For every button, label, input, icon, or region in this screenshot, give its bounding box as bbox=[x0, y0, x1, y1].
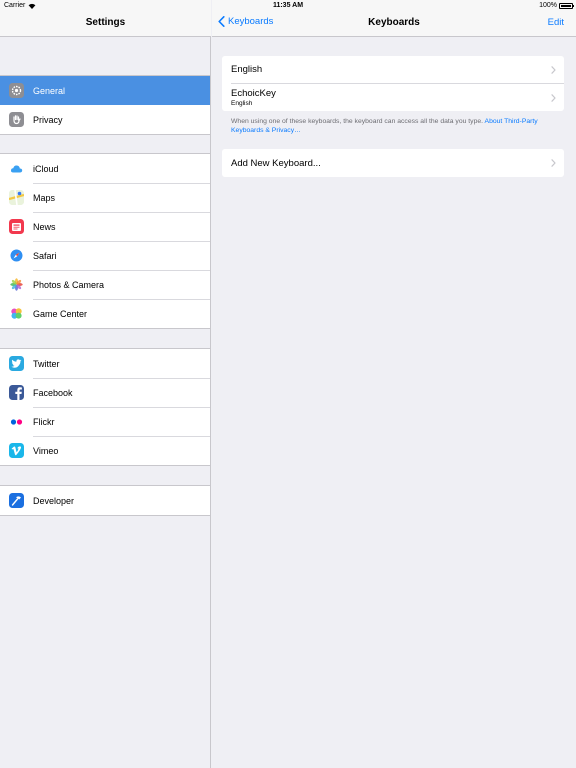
keyboards-list: English EchoicKey English bbox=[222, 56, 564, 111]
hammer-icon bbox=[9, 493, 24, 508]
sidebar-item-label: Photos & Camera bbox=[33, 279, 105, 290]
sidebar-item-label: Safari bbox=[33, 250, 57, 261]
facebook-icon bbox=[9, 385, 24, 400]
sidebar-item-facebook[interactable]: Facebook bbox=[0, 378, 210, 407]
sidebar-item-flickr[interactable]: Flickr bbox=[0, 407, 210, 436]
twitter-icon bbox=[9, 356, 24, 371]
master-title: Settings bbox=[85, 17, 126, 28]
sidebar-item-developer[interactable]: Developer bbox=[0, 486, 210, 515]
gear-icon bbox=[9, 83, 24, 98]
game-center-icon bbox=[9, 306, 24, 321]
chevron-right-icon bbox=[551, 65, 556, 74]
battery-indicator: 100% bbox=[539, 0, 574, 11]
add-keyboard-group: Add New Keyboard... bbox=[222, 149, 564, 177]
sidebar-item-label: Game Center bbox=[33, 308, 88, 319]
sidebar-item-label: Vimeo bbox=[33, 445, 59, 456]
sidebar-item-photos-camera[interactable]: Photos & Camera bbox=[0, 270, 210, 299]
chevron-right-icon bbox=[551, 159, 556, 167]
battery-percent: 100% bbox=[539, 2, 557, 9]
sidebar-item-news[interactable]: News bbox=[0, 212, 210, 241]
master-pane: Settings General Privacy iCloud Maps New… bbox=[0, 0, 211, 768]
settings-group-3: Twitter Facebook Flickr Vimeo bbox=[0, 348, 210, 466]
keyboard-row-echoickey[interactable]: EchoicKey English bbox=[222, 84, 564, 111]
sidebar-item-icloud[interactable]: iCloud bbox=[0, 154, 210, 183]
news-icon bbox=[9, 219, 24, 234]
cloud-icon bbox=[9, 161, 24, 176]
sidebar-item-label: Developer bbox=[33, 495, 75, 506]
sidebar-item-label: Privacy bbox=[33, 114, 63, 125]
compass-icon bbox=[9, 248, 24, 263]
sidebar-item-label: General bbox=[33, 85, 66, 96]
settings-group-4: Developer bbox=[0, 485, 210, 516]
keyboard-text: EchoicKey English bbox=[231, 88, 276, 107]
clock: 11:35 AM bbox=[272, 2, 304, 9]
keyboard-name: English bbox=[231, 64, 263, 75]
page-title: Keyboards bbox=[368, 17, 420, 28]
chevron-right-icon bbox=[551, 93, 556, 102]
sidebar-item-safari[interactable]: Safari bbox=[0, 241, 210, 270]
sidebar-item-vimeo[interactable]: Vimeo bbox=[0, 436, 210, 465]
sidebar-item-label: Maps bbox=[33, 192, 56, 203]
hand-icon bbox=[9, 112, 24, 127]
status-bar: Carrier 11:35 AM 100% bbox=[0, 0, 576, 11]
photos-icon bbox=[9, 277, 24, 292]
edit-button[interactable]: Edit bbox=[548, 17, 564, 28]
keyboard-name: EchoicKey bbox=[231, 88, 276, 99]
sidebar-item-label: iCloud bbox=[33, 163, 59, 174]
sidebar-item-maps[interactable]: Maps bbox=[0, 183, 210, 212]
sidebar-item-label: Flickr bbox=[33, 416, 55, 427]
sidebar-item-label: Facebook bbox=[33, 387, 73, 398]
sidebar-item-privacy[interactable]: Privacy bbox=[0, 105, 210, 134]
settings-group-1: General Privacy bbox=[0, 75, 210, 135]
battery-icon bbox=[559, 2, 574, 9]
sidebar-item-game-center[interactable]: Game Center bbox=[0, 299, 210, 328]
flickr-icon bbox=[9, 414, 24, 429]
settings-group-2: iCloud Maps News Safari Photos & Camera … bbox=[0, 153, 210, 329]
add-keyboard-label: Add New Keyboard... bbox=[231, 157, 321, 169]
vimeo-icon bbox=[9, 443, 24, 458]
maps-icon bbox=[9, 190, 24, 205]
sidebar-item-general[interactable]: General bbox=[0, 76, 210, 105]
keyboard-row-english[interactable]: English bbox=[222, 56, 564, 83]
add-new-keyboard-row[interactable]: Add New Keyboard... bbox=[222, 149, 564, 177]
sidebar-item-twitter[interactable]: Twitter bbox=[0, 349, 210, 378]
keyboards-footnote: When using one of these keyboards, the k… bbox=[231, 117, 561, 135]
sidebar-item-label: News bbox=[33, 221, 56, 232]
footnote-text: When using one of these keyboards, the k… bbox=[231, 118, 485, 125]
sidebar-item-label: Twitter bbox=[33, 358, 60, 369]
keyboard-language: English bbox=[231, 100, 253, 107]
settings-app: Carrier 11:35 AM 100% Settings General P… bbox=[0, 0, 576, 768]
